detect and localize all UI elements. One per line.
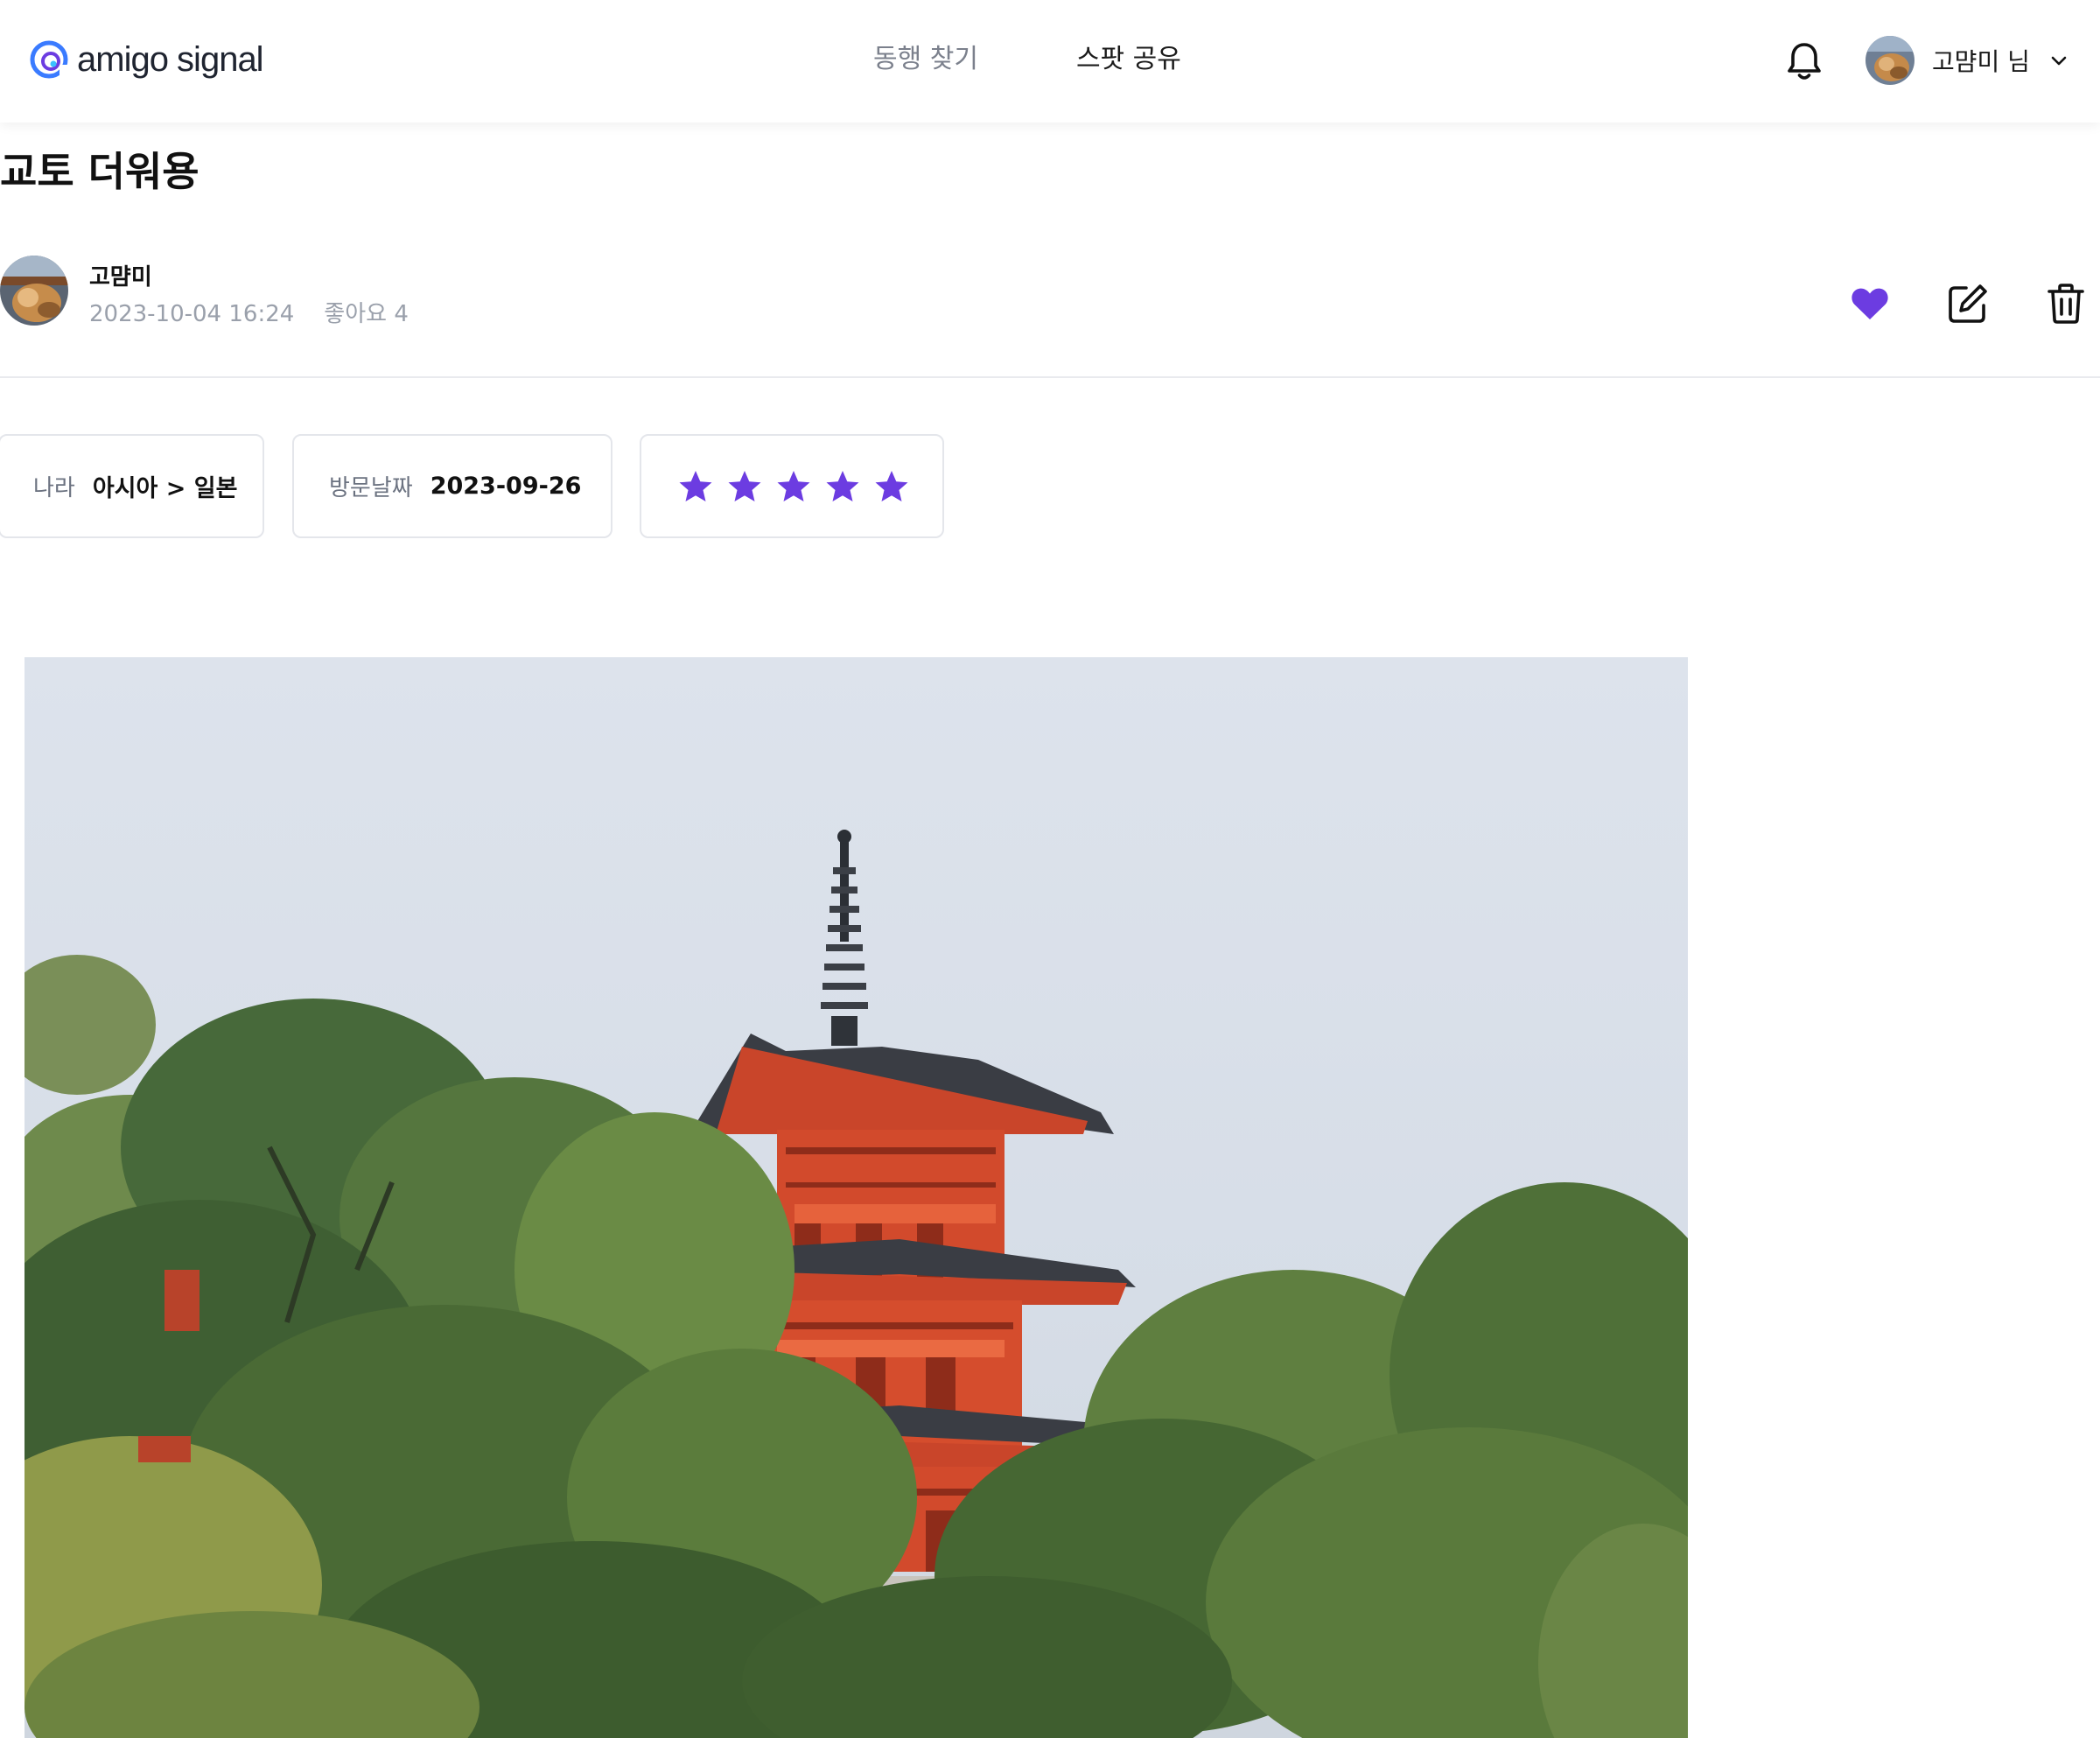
logo-text: amigo signal	[77, 40, 264, 79]
post-datetime: 2023-10-04 16:24	[89, 301, 295, 327]
chevron-down-icon	[2051, 56, 2067, 66]
main-nav: 동행 찾기 스팟 공유	[873, 40, 1279, 79]
like-count: 좋아요 4	[324, 301, 409, 327]
user-menu[interactable]: 고먐미 님	[1866, 35, 2068, 86]
user-name: 고먐미 님	[1932, 47, 2030, 76]
like-button[interactable]	[1848, 282, 1892, 326]
author-avatar-image	[0, 256, 68, 326]
author-name: 고먐미	[89, 264, 152, 291]
author-row: 고먐미 2023-10-04 16:24 좋아요 4	[0, 256, 2100, 331]
avatar	[1866, 36, 1914, 85]
trash-icon	[2048, 284, 2084, 324]
country-chip: 나라 아시아 > 일본	[0, 434, 264, 538]
author-avatar[interactable]	[0, 256, 68, 326]
top-header: amigo signal 동행 찾기 스팟 공유 고먐미 님	[0, 0, 2100, 123]
country-label: 나라	[33, 475, 75, 501]
delete-button[interactable]	[2044, 282, 2088, 326]
avatar-image	[1866, 36, 1914, 85]
rating-chip	[640, 434, 944, 538]
star-icon	[728, 470, 761, 501]
edit-icon	[1949, 284, 1987, 323]
star-icon	[777, 470, 810, 501]
post-title: 교토 더워용	[0, 148, 200, 195]
nav-find-companion[interactable]: 동행 찾기	[873, 40, 978, 79]
logo-icon	[30, 40, 68, 79]
star-icon	[826, 470, 859, 501]
visit-date-label: 방문날짜	[329, 475, 413, 501]
nav-spot-share[interactable]: 스팟 공유	[1076, 40, 1181, 79]
post-meta: 2023-10-04 16:24 좋아요 4	[89, 296, 409, 328]
star-icon	[875, 470, 908, 501]
post-photo	[24, 657, 1688, 1738]
visit-date-value: 2023-09-26	[430, 473, 582, 500]
country-value: 아시아 > 일본	[92, 475, 238, 502]
logo[interactable]: amigo signal	[28, 39, 264, 81]
divider	[0, 376, 2100, 378]
pagoda-photo	[24, 657, 1688, 1738]
edit-button[interactable]	[1946, 282, 1990, 326]
visit-date-chip: 방문날짜 2023-09-26	[292, 434, 612, 538]
heart-icon	[1852, 288, 1888, 319]
star-icon	[679, 470, 712, 501]
bell-icon[interactable]	[1785, 40, 1824, 82]
